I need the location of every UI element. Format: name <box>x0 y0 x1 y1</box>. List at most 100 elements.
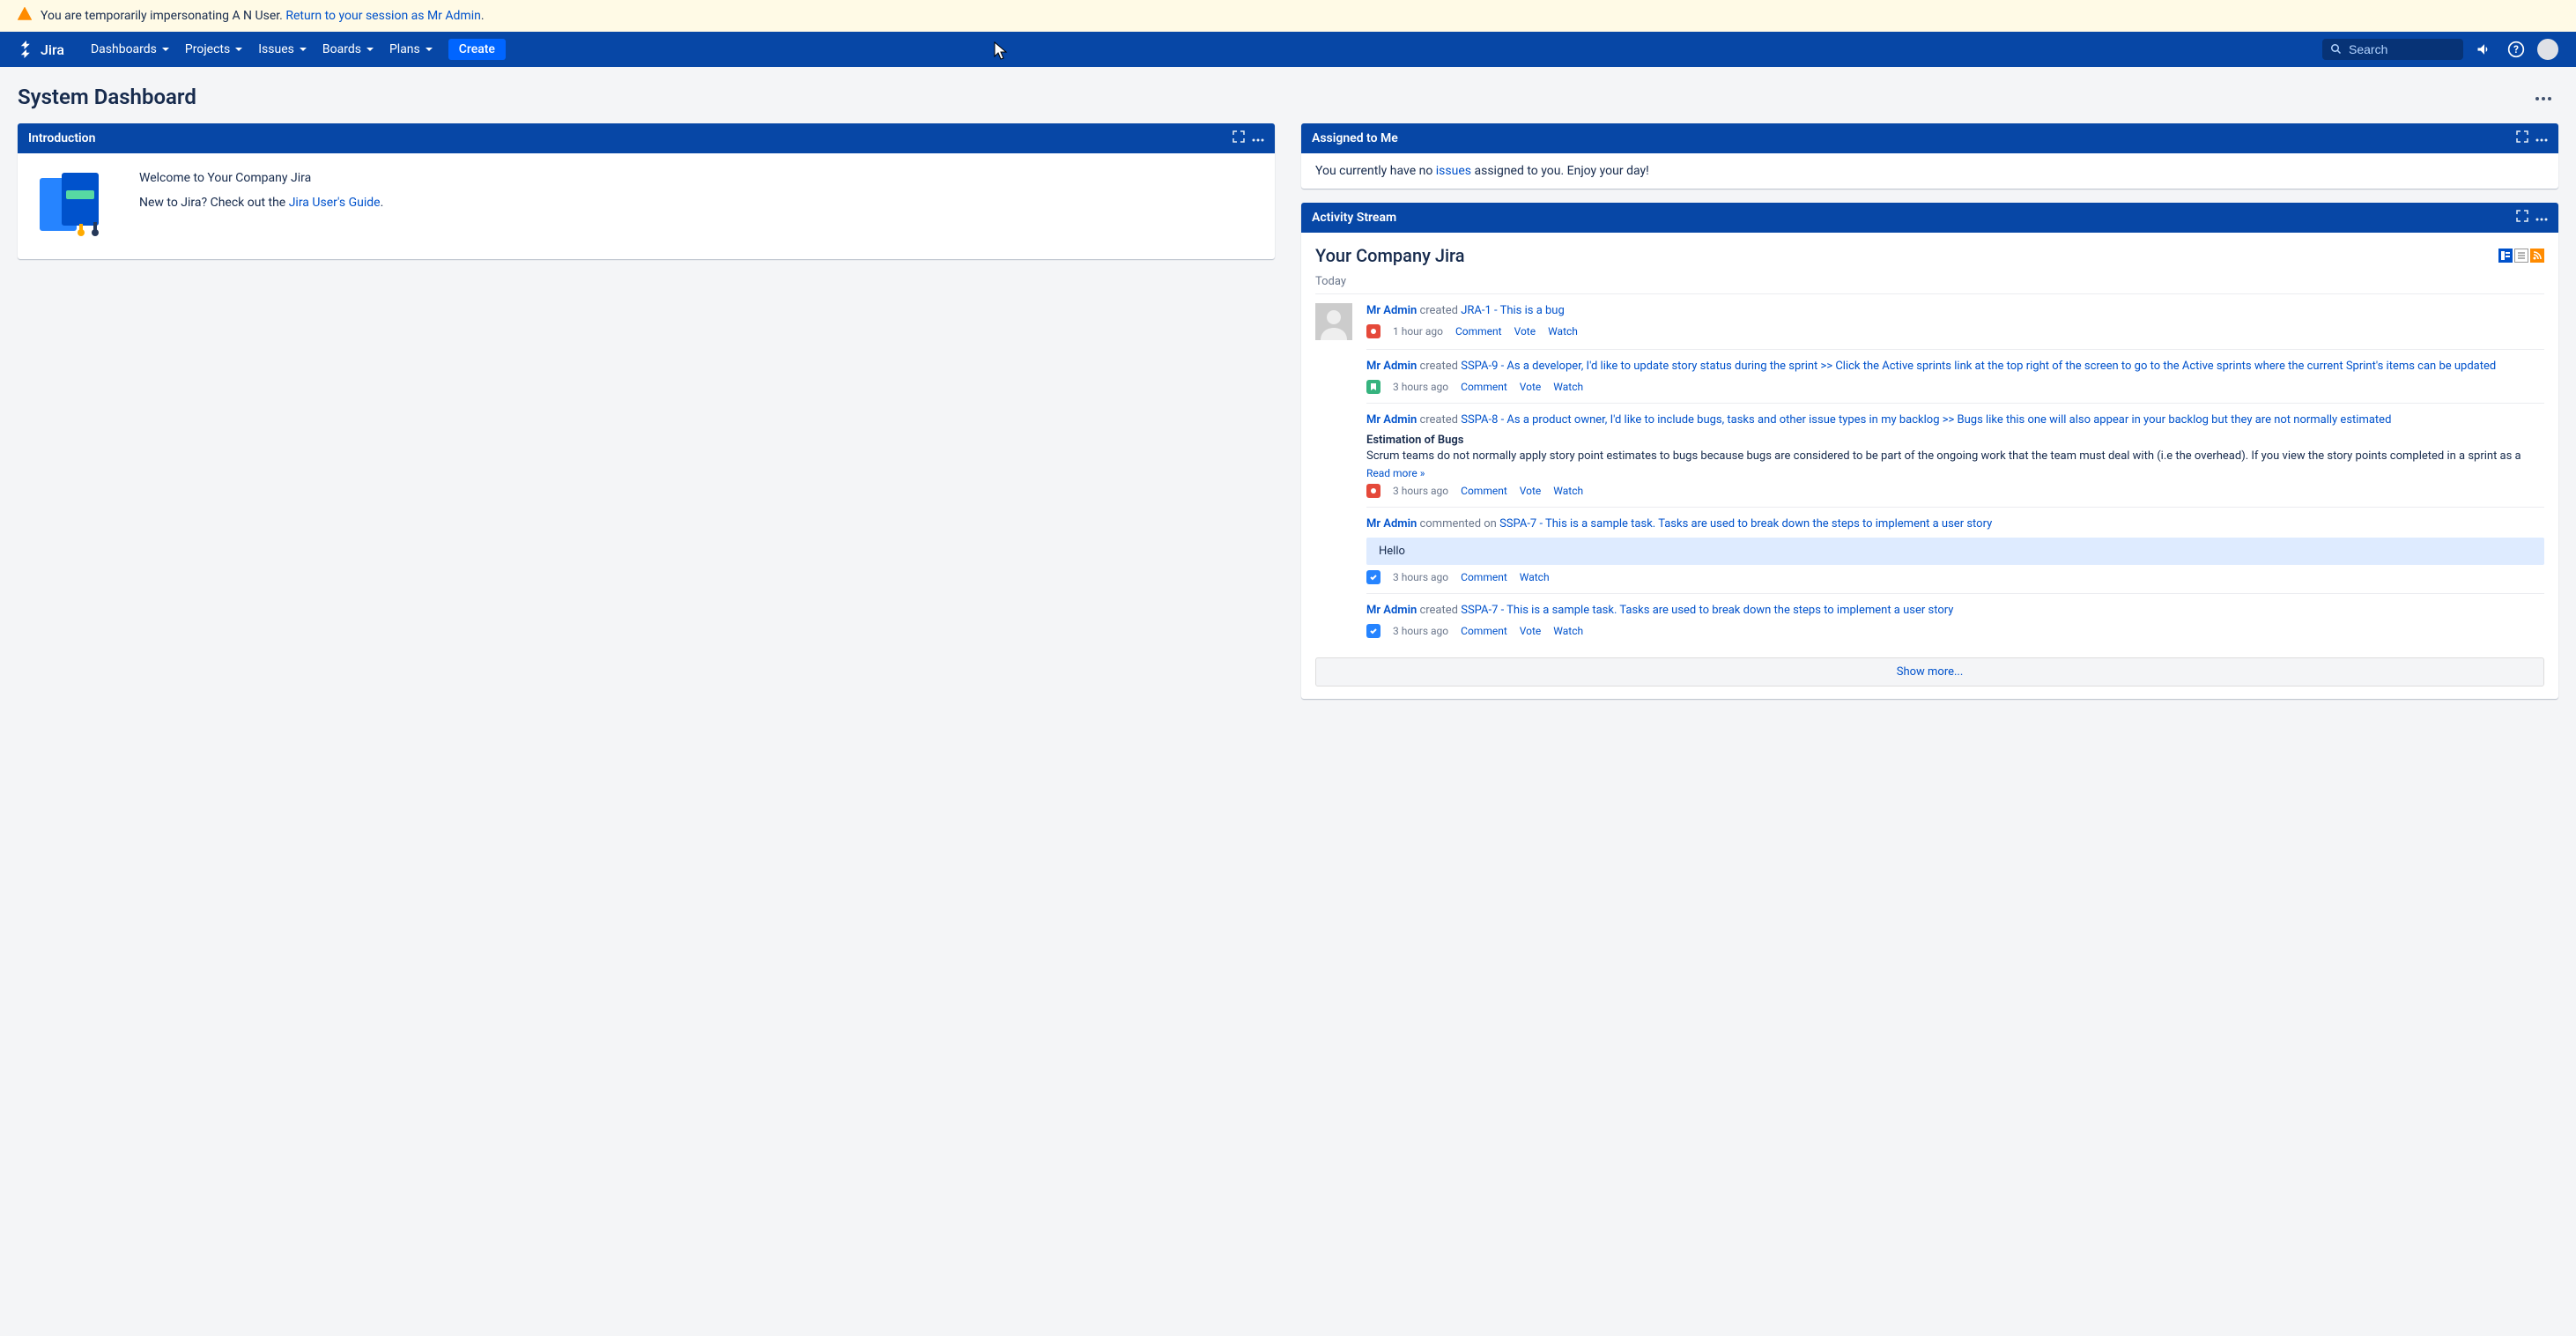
activity-comment-link[interactable]: Comment <box>1455 325 1502 338</box>
activity-comment-link[interactable]: Comment <box>1461 381 1507 393</box>
gadget-header: Activity Stream <box>1301 203 2558 233</box>
chevron-down-icon <box>300 48 307 51</box>
maximize-icon[interactable] <box>1232 130 1245 146</box>
nav-plans[interactable]: Plans <box>389 42 433 56</box>
activity-meta: 3 hours agoCommentWatch <box>1366 570 2544 584</box>
top-nav: Jira Dashboards Projects Issues Boards P… <box>0 32 2576 67</box>
maximize-icon[interactable] <box>2516 130 2528 146</box>
activity-watch-link[interactable]: Watch <box>1553 485 1583 497</box>
nav-issues[interactable]: Issues <box>258 42 307 56</box>
intro-welcome: Welcome to Your Company Jira <box>139 171 383 185</box>
activity-watch-link[interactable]: Watch <box>1548 325 1578 338</box>
gadget-introduction: Introduction <box>18 123 1275 259</box>
nav-boards[interactable]: Boards <box>322 42 374 56</box>
return-session-link[interactable]: Return to your session as Mr Admin <box>285 9 481 23</box>
search-box[interactable] <box>2322 39 2463 60</box>
activity-meta: 3 hours agoCommentVoteWatch <box>1366 380 2544 394</box>
nav-projects[interactable]: Projects <box>185 42 242 56</box>
list-view-icon[interactable] <box>2514 249 2528 263</box>
activity-summary: Mr Admin commented on SSPA-7 - This is a… <box>1366 516 2544 532</box>
activity-user-link[interactable]: Mr Admin <box>1366 360 1417 373</box>
activity-user-link[interactable]: Mr Admin <box>1366 517 1417 531</box>
activity-action: created <box>1419 413 1458 427</box>
issues-link[interactable]: issues <box>1436 164 1471 178</box>
gadget-title: Introduction <box>28 131 95 145</box>
nav-menu: Dashboards Projects Issues Boards Plans … <box>91 39 2322 60</box>
issue-type-story-icon <box>1366 380 1381 394</box>
nav-dashboards[interactable]: Dashboards <box>91 42 169 56</box>
activity-content: Mr Admin commented on SSPA-7 - This is a… <box>1366 516 2544 584</box>
show-more-button[interactable]: Show more... <box>1315 657 2544 687</box>
activity-time: 1 hour ago <box>1393 325 1443 338</box>
help-icon[interactable]: ? <box>2506 39 2527 60</box>
page-title: System Dashboard <box>18 85 196 109</box>
activity-issue-link[interactable]: SSPA-8 - As a product owner, I'd like to… <box>1461 413 2391 427</box>
activity-vote-link[interactable]: Vote <box>1520 485 1542 497</box>
intro-illustration <box>35 171 123 241</box>
activity-action: created <box>1419 604 1458 617</box>
activity-description: Scrum teams do not normally apply story … <box>1366 449 2544 464</box>
activity-summary: Mr Admin created SSPA-9 - As a developer… <box>1366 359 2544 375</box>
chevron-down-icon <box>366 48 374 51</box>
gadget-menu-icon[interactable] <box>2535 131 2548 145</box>
chevron-down-icon <box>426 48 433 51</box>
activity-watch-link[interactable]: Watch <box>1520 571 1550 583</box>
activity-vote-link[interactable]: Vote <box>1520 625 1542 637</box>
gadget-menu-icon[interactable] <box>1252 131 1264 145</box>
activity-vote-link[interactable]: Vote <box>1514 325 1536 338</box>
activity-vote-link[interactable]: Vote <box>1520 381 1542 393</box>
create-button[interactable]: Create <box>448 39 506 60</box>
maximize-icon[interactable] <box>2516 210 2528 226</box>
rss-icon[interactable] <box>2530 249 2544 263</box>
issue-type-task-icon <box>1366 624 1381 638</box>
feedback-icon[interactable] <box>2474 39 2495 60</box>
full-view-icon[interactable] <box>2498 249 2513 263</box>
user-avatar[interactable] <box>2537 39 2558 60</box>
page-body: System Dashboard Introduction <box>0 67 2576 716</box>
issue-type-task-icon <box>1366 570 1381 584</box>
banner-text: You are temporarily impersonating A N Us… <box>41 9 485 23</box>
activity-watch-link[interactable]: Watch <box>1553 625 1583 637</box>
user-avatar-icon[interactable] <box>1315 303 1352 340</box>
activity-issue-link[interactable]: SSPA-7 - This is a sample task. Tasks ar… <box>1461 604 1953 617</box>
issue-type-bug-icon <box>1366 484 1381 498</box>
activity-comment-link[interactable]: Comment <box>1461 625 1507 637</box>
activity-item: Mr Admin commented on SSPA-7 - This is a… <box>1366 507 2544 593</box>
activity-user-link[interactable]: Mr Admin <box>1366 413 1417 427</box>
activity-content: Mr Admin created SSPA-8 - As a product o… <box>1366 412 2544 497</box>
activity-comment-link[interactable]: Comment <box>1461 485 1507 497</box>
activity-item: Mr Admin created SSPA-7 - This is a samp… <box>1366 593 2544 647</box>
search-input[interactable] <box>2349 42 2454 56</box>
activity-view-icons <box>2498 249 2544 263</box>
activity-time: 3 hours ago <box>1393 625 1448 637</box>
activity-summary: Mr Admin created SSPA-8 - As a product o… <box>1366 412 2544 428</box>
activity-date-group: Today <box>1315 275 2544 288</box>
activity-issue-link[interactable]: SSPA-9 - As a developer, I'd like to upd… <box>1461 360 2496 373</box>
activity-meta: 3 hours agoCommentVoteWatch <box>1366 484 2544 498</box>
activity-item: Mr Admin created SSPA-9 - As a developer… <box>1366 349 2544 403</box>
activity-issue-link[interactable]: SSPA-7 - This is a sample task. Tasks ar… <box>1499 517 1992 531</box>
svg-text:?: ? <box>2513 43 2519 56</box>
activity-user-link[interactable]: Mr Admin <box>1366 604 1417 617</box>
activity-meta: 3 hours ago Comment Vote Watch <box>1366 624 2544 638</box>
user-guide-link[interactable]: Jira User's Guide <box>289 196 381 210</box>
gadget-title: Activity Stream <box>1312 211 1396 225</box>
banner-prefix: You are temporarily impersonating A N Us… <box>41 9 285 23</box>
chevron-down-icon <box>235 48 242 51</box>
dashboard-more-button[interactable] <box>2528 85 2558 109</box>
activity-content: Mr Admin created JRA-1 - This is a bug1 … <box>1366 303 2544 340</box>
impersonation-banner: You are temporarily impersonating A N Us… <box>0 0 2576 32</box>
activity-comment-link[interactable]: Comment <box>1461 571 1507 583</box>
activity-user-link[interactable]: Mr Admin <box>1366 304 1417 317</box>
dashboard-columns: Introduction <box>18 123 2558 699</box>
jira-logo[interactable]: Jira <box>18 41 64 58</box>
read-more-link[interactable]: Read more » <box>1366 467 1425 479</box>
activity-subtitle: Estimation of Bugs <box>1366 434 2544 447</box>
gadget-header: Introduction <box>18 123 1275 153</box>
gadget-menu-icon[interactable] <box>2535 211 2548 225</box>
activity-issue-link[interactable]: JRA-1 - This is a bug <box>1461 304 1565 317</box>
activity-watch-link[interactable]: Watch <box>1553 381 1583 393</box>
column-left: Introduction <box>18 123 1275 259</box>
activity-title: Your Company Jira <box>1315 245 1465 266</box>
activity-item: Mr Admin created JRA-1 - This is a bug1 … <box>1315 293 2544 349</box>
